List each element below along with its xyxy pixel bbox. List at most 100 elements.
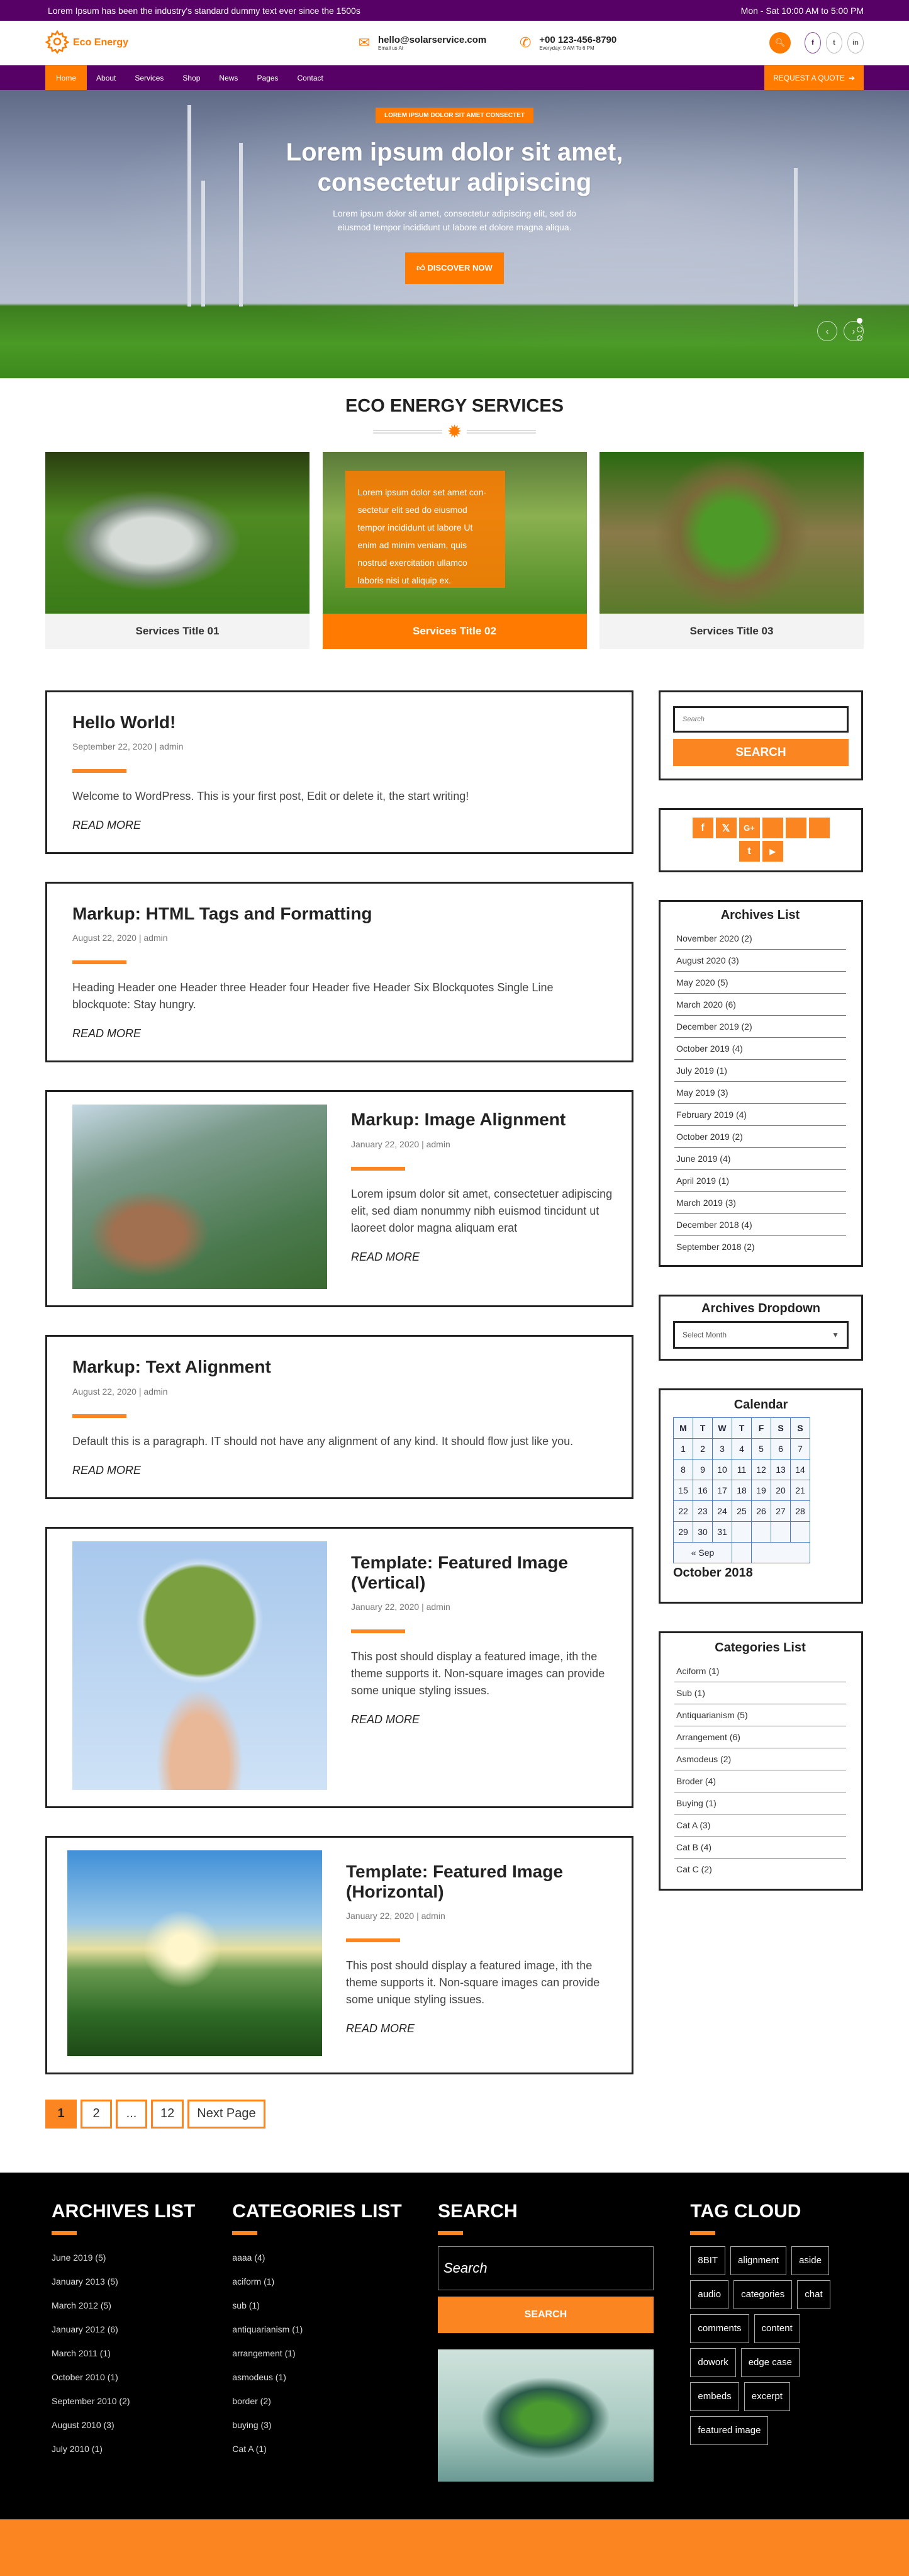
tumblr-icon[interactable]: t bbox=[739, 841, 760, 862]
read-more-link[interactable]: READ MORE bbox=[72, 1464, 141, 1477]
nav-item-shop[interactable]: Shop bbox=[173, 65, 209, 90]
read-more-link[interactable]: READ MORE bbox=[351, 1713, 420, 1726]
tag-link[interactable]: embeds bbox=[690, 2382, 739, 2411]
footer-category-link[interactable]: Cat A (1) bbox=[232, 2444, 438, 2454]
tag-link[interactable]: excerpt bbox=[744, 2382, 790, 2411]
footer-category-link[interactable]: border (2) bbox=[232, 2396, 438, 2406]
x-twitter-icon[interactable]: 𝕏 bbox=[715, 818, 737, 838]
read-more-link[interactable]: READ MORE bbox=[72, 819, 141, 832]
footer-archive-link[interactable]: June 2019 (5) bbox=[52, 2253, 232, 2263]
tag-link[interactable]: featured image bbox=[690, 2416, 769, 2445]
facebook-icon[interactable]: f bbox=[805, 32, 821, 53]
footer-archive-link[interactable]: March 2011 (1) bbox=[52, 2348, 232, 2358]
category-link[interactable]: Cat C (2) bbox=[674, 1859, 846, 1880]
tag-link[interactable]: aside bbox=[791, 2246, 829, 2275]
footer-category-link[interactable]: aciform (1) bbox=[232, 2276, 438, 2286]
archive-link[interactable]: September 2018 (2) bbox=[674, 1236, 846, 1257]
footer-archive-link[interactable]: October 2010 (1) bbox=[52, 2372, 232, 2382]
archive-link[interactable]: December 2019 (2) bbox=[674, 1016, 846, 1038]
category-link[interactable]: Cat A (3) bbox=[674, 1814, 846, 1836]
footer-category-link[interactable]: aaaa (4) bbox=[232, 2253, 438, 2263]
footer-archive-link[interactable]: July 2010 (1) bbox=[52, 2444, 232, 2454]
footer-category-link[interactable]: buying (3) bbox=[232, 2420, 438, 2430]
archive-link[interactable]: May 2020 (5) bbox=[674, 972, 846, 994]
discover-now-button[interactable]: 👍︎ DISCOVER NOW bbox=[405, 252, 504, 284]
phone-number[interactable]: +00 123-456-8790 bbox=[539, 35, 616, 45]
archive-link[interactable]: March 2020 (6) bbox=[674, 994, 846, 1016]
tag-link[interactable]: chat bbox=[797, 2280, 830, 2309]
footer-archive-link[interactable]: August 2010 (3) bbox=[52, 2420, 232, 2430]
nav-item-pages[interactable]: Pages bbox=[247, 65, 287, 90]
read-more-link[interactable]: READ MORE bbox=[346, 2022, 415, 2035]
archive-link[interactable]: April 2019 (1) bbox=[674, 1170, 846, 1192]
category-link[interactable]: Antiquarianism (5) bbox=[674, 1704, 846, 1726]
tag-link[interactable]: content bbox=[754, 2314, 800, 2343]
footer-archive-link[interactable]: September 2010 (2) bbox=[52, 2396, 232, 2406]
blank-social-icon[interactable] bbox=[785, 818, 806, 838]
footer-category-link[interactable]: arrangement (1) bbox=[232, 2348, 438, 2358]
archive-link[interactable]: October 2019 (2) bbox=[674, 1126, 846, 1148]
post-title[interactable]: Template: Featured Image (Horizontal) bbox=[346, 1862, 615, 1902]
search-icon[interactable]: 🔍︎ bbox=[769, 32, 791, 53]
archive-link[interactable]: May 2019 (3) bbox=[674, 1082, 846, 1104]
tag-link[interactable]: audio bbox=[690, 2280, 729, 2309]
page-link-current[interactable]: 1 bbox=[45, 2099, 77, 2129]
archives-month-select[interactable]: Select Month ▼ bbox=[673, 1321, 849, 1349]
archive-link[interactable]: August 2020 (3) bbox=[674, 950, 846, 972]
footer-category-link[interactable]: antiquarianism (1) bbox=[232, 2324, 438, 2334]
service-card[interactable]: Services Title 01 bbox=[45, 452, 310, 649]
read-more-link[interactable]: READ MORE bbox=[351, 1251, 420, 1264]
email-address[interactable]: hello@solarservice.com bbox=[378, 35, 486, 45]
nav-item-news[interactable]: News bbox=[209, 65, 247, 90]
footer-archive-link[interactable]: January 2013 (5) bbox=[52, 2276, 232, 2286]
archive-link[interactable]: February 2019 (4) bbox=[674, 1104, 846, 1126]
post-title[interactable]: Markup: HTML Tags and Formatting bbox=[72, 904, 606, 924]
tag-link[interactable]: 8BIT bbox=[690, 2246, 726, 2275]
page-link[interactable]: 2 bbox=[81, 2099, 112, 2129]
category-link[interactable]: Asmodeus (2) bbox=[674, 1748, 846, 1770]
archive-link[interactable]: June 2019 (4) bbox=[674, 1148, 846, 1170]
category-link[interactable]: Arrangement (6) bbox=[674, 1726, 846, 1748]
page-link[interactable]: 12 bbox=[151, 2099, 184, 2129]
tag-link[interactable]: categories bbox=[733, 2280, 793, 2309]
archive-link[interactable]: October 2019 (4) bbox=[674, 1038, 846, 1060]
nav-item-about[interactable]: About bbox=[87, 65, 125, 90]
post-title[interactable]: Markup: Text Alignment bbox=[72, 1357, 606, 1377]
archive-link[interactable]: March 2019 (3) bbox=[674, 1192, 846, 1214]
sidebar-search-button[interactable]: SEARCH bbox=[673, 739, 849, 766]
linkedin-icon[interactable]: in bbox=[847, 32, 864, 53]
category-link[interactable]: Buying (1) bbox=[674, 1792, 846, 1814]
blank-social-icon[interactable] bbox=[808, 818, 830, 838]
post-title[interactable]: Hello World! bbox=[72, 712, 606, 733]
post-title[interactable]: Markup: Image Alignment bbox=[351, 1110, 615, 1130]
google-plus-icon[interactable]: G+ bbox=[739, 818, 760, 838]
read-more-link[interactable]: READ MORE bbox=[72, 1027, 141, 1040]
service-card[interactable]: Lorem ipsum dolor set amet con-sectetur … bbox=[322, 452, 587, 649]
tag-link[interactable]: alignment bbox=[730, 2246, 787, 2275]
footer-search-input[interactable]: Search bbox=[437, 2246, 654, 2290]
tag-link[interactable]: comments bbox=[690, 2314, 749, 2343]
archive-link[interactable]: December 2018 (4) bbox=[674, 1214, 846, 1236]
sidebar-search-input[interactable] bbox=[673, 706, 849, 733]
footer-search-button[interactable]: SEARCH bbox=[437, 2296, 654, 2333]
calendar-prev-link[interactable]: « Sep bbox=[673, 1542, 732, 1563]
footer-archive-link[interactable]: January 2012 (6) bbox=[52, 2324, 232, 2334]
facebook-icon[interactable]: f bbox=[692, 818, 713, 838]
blank-social-icon[interactable] bbox=[762, 818, 783, 838]
footer-category-link[interactable]: asmodeus (1) bbox=[232, 2372, 438, 2382]
footer-category-link[interactable]: sub (1) bbox=[232, 2300, 438, 2310]
request-quote-button[interactable]: REQUEST A QUOTE ➔ bbox=[764, 65, 864, 90]
category-link[interactable]: Sub (1) bbox=[674, 1682, 846, 1704]
archive-link[interactable]: July 2019 (1) bbox=[674, 1060, 846, 1082]
tag-link[interactable]: dowork bbox=[690, 2348, 736, 2377]
tag-link[interactable]: edge case bbox=[740, 2348, 800, 2377]
nav-item-services[interactable]: Services bbox=[125, 65, 173, 90]
category-link[interactable]: Cat B (4) bbox=[674, 1836, 846, 1859]
twitter-icon[interactable]: t bbox=[826, 32, 842, 53]
archive-link[interactable]: November 2020 (2) bbox=[674, 928, 846, 950]
service-card[interactable]: Services Title 03 bbox=[599, 452, 864, 649]
category-link[interactable]: Aciform (1) bbox=[674, 1660, 846, 1682]
footer-archive-link[interactable]: March 2012 (5) bbox=[52, 2300, 232, 2310]
nav-item-home[interactable]: Home bbox=[45, 65, 87, 90]
nav-item-contact[interactable]: Contact bbox=[287, 65, 332, 90]
